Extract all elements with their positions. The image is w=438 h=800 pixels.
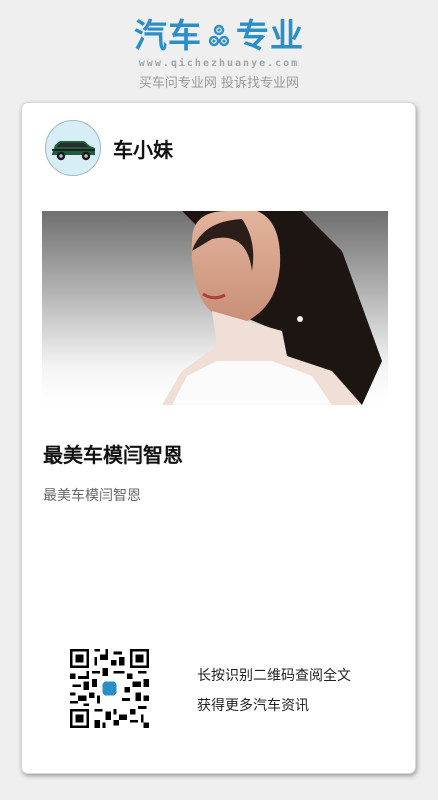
qr-hint-line1: 长按识别二维码查阅全文: [197, 668, 351, 684]
qr-code[interactable]: [70, 649, 149, 728]
site-header: 汽车 专业 www.qichezhuanye.com 买车问专业网 投诉找专业网: [0, 0, 438, 100]
brand-right-text: 专业: [236, 16, 304, 55]
qr-code-icon: [70, 649, 149, 728]
cover-photo: [162, 211, 382, 405]
qr-hint-line2: 获得更多汽车资讯: [197, 698, 309, 714]
brand-left-text: 汽车: [134, 16, 202, 55]
car-icon: [46, 121, 100, 175]
cover-image[interactable]: [42, 211, 388, 405]
gear-icon: [208, 18, 230, 58]
author-name: 车小妹: [113, 138, 173, 162]
site-slogan: 买车问专业网 投诉找专业网: [138, 76, 300, 91]
post-title: 最美车模闫智恩: [43, 443, 183, 467]
site-domain: www.qichezhuanye.com: [138, 58, 300, 69]
post-summary: 最美车模闫智恩: [43, 488, 141, 504]
site-logo: 汽车 专业: [0, 16, 438, 58]
avatar: [45, 120, 101, 176]
share-card: 车小妹 最美车模闫智恩 最美车模闫智恩 长按识别二维码查阅全文 获得更多汽车资讯: [21, 102, 416, 774]
